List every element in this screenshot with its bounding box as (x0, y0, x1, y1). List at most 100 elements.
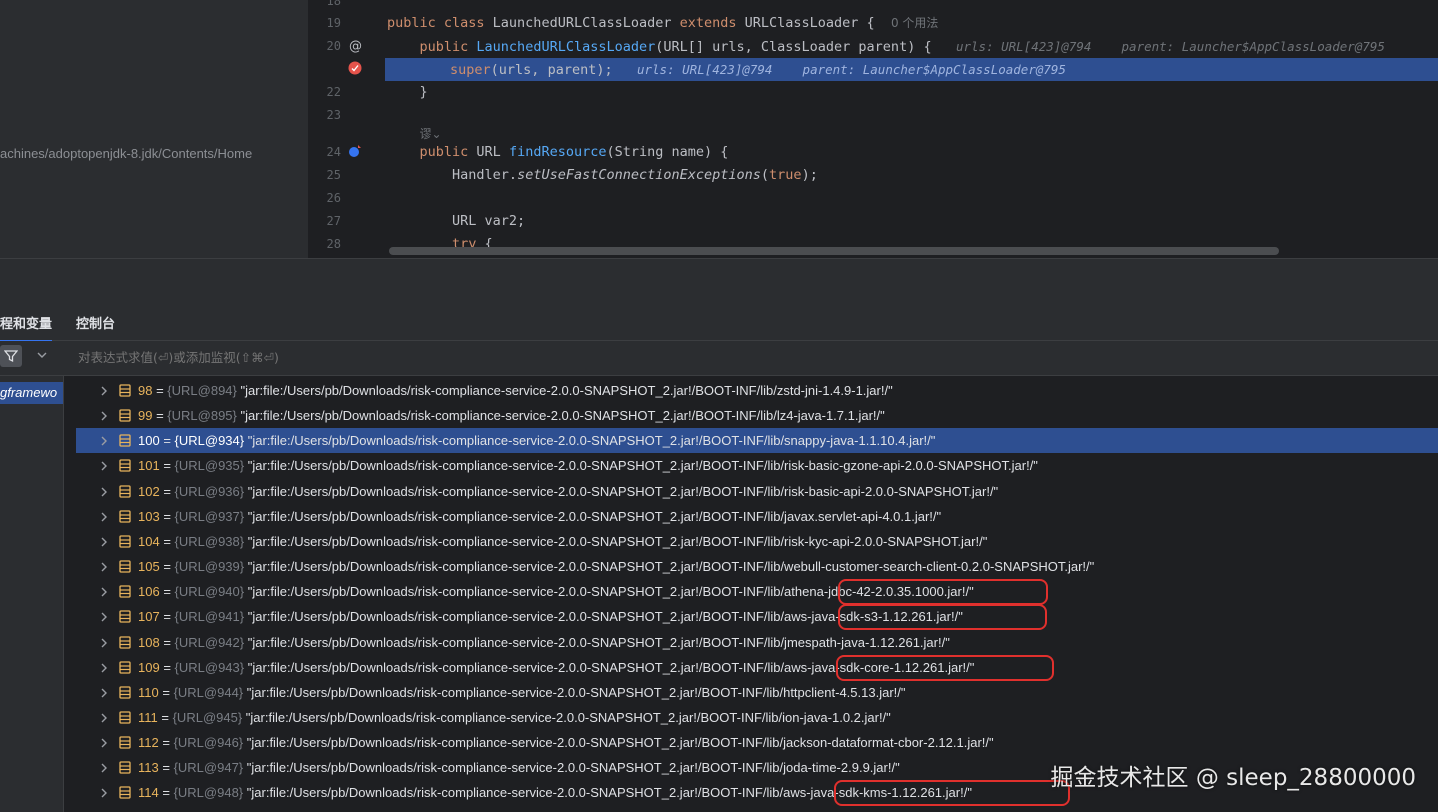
usages-hint[interactable]: 0 个用法 (891, 16, 938, 30)
code-token: ( (760, 167, 770, 183)
code-line-27: URL var2; (387, 210, 1438, 233)
chevron-right-icon[interactable] (100, 688, 108, 698)
var-index: 107 (138, 609, 160, 625)
variable-row[interactable]: 99 = {URL@895} "jar:file:/Users/pb/Downl… (76, 403, 1438, 428)
variable-row[interactable]: 105 = {URL@939} "jar:file:/Users/pb/Down… (76, 554, 1438, 579)
var-index: 101 (138, 458, 160, 474)
chevron-right-icon[interactable] (100, 713, 108, 723)
chevron-right-icon[interactable] (100, 587, 108, 597)
array-element-icon (119, 384, 131, 397)
array-element-icon (119, 786, 131, 800)
variable-row[interactable]: 107 = {URL@941} "jar:file:/Users/pb/Down… (76, 604, 1438, 629)
var-value: "jar:file:/Users/pb/Downloads/risk-compl… (247, 559, 1095, 575)
variable-row[interactable]: 104 = {URL@938} "jar:file:/Users/pb/Down… (76, 529, 1438, 554)
chevron-right-icon[interactable] (100, 411, 108, 421)
gutter-line[interactable]: 22 (309, 81, 385, 104)
author-hint[interactable]: 谬⌄ (420, 127, 442, 141)
var-index: 109 (138, 659, 160, 675)
var-index: 108 (138, 634, 160, 650)
var-index: 100 (138, 433, 160, 449)
var-value: "jar:file:/Users/pb/Downloads/risk-compl… (245, 709, 891, 725)
var-index: 103 (138, 508, 160, 524)
var-value: "jar:file:/Users/pb/Downloads/risk-compl… (247, 609, 963, 625)
var-value: "jar:file:/Users/pb/Downloads/risk-compl… (246, 785, 972, 801)
chevron-down-icon[interactable] (36, 350, 48, 360)
chevron-right-icon[interactable] (100, 436, 108, 446)
var-value: "jar:file:/Users/pb/Downloads/risk-compl… (246, 760, 900, 776)
line-number: 20 (326, 39, 341, 53)
gutter-line[interactable]: 24 (309, 141, 385, 164)
gutter-line[interactable]: 27 (309, 210, 385, 233)
gutter-line[interactable]: 26 (309, 187, 385, 210)
variable-row[interactable]: 103 = {URL@937} "jar:file:/Users/pb/Down… (76, 504, 1438, 529)
chevron-right-icon[interactable] (100, 763, 108, 773)
code-token: super (450, 62, 491, 78)
variable-row[interactable]: 108 = {URL@942} "jar:file:/Users/pb/Down… (76, 630, 1438, 655)
code-editor[interactable]: 18 19 20 @22 23 24 25 26 27 28 public class Launc… (309, 0, 1438, 258)
code-token: setUseFastConnectionExceptions (517, 167, 761, 183)
chevron-right-icon[interactable] (100, 537, 108, 547)
var-ref: {URL@943} (174, 659, 245, 675)
variable-row[interactable]: 98 = {URL@894} "jar:file:/Users/pb/Downl… (76, 378, 1438, 403)
variable-row[interactable]: 110 = {URL@944} "jar:file:/Users/pb/Down… (76, 680, 1438, 705)
array-element-icon (119, 560, 131, 573)
frames-panel: gframewo (0, 376, 64, 812)
frame-item[interactable]: gframewo (0, 382, 63, 404)
filter-button[interactable] (0, 345, 22, 367)
chevron-right-icon[interactable] (100, 788, 108, 798)
array-element-icon (119, 736, 131, 749)
line-number: 26 (326, 191, 341, 205)
variable-row[interactable]: 112 = {URL@946} "jar:file:/Users/pb/Down… (76, 730, 1438, 755)
chevron-right-icon[interactable] (100, 663, 108, 673)
gutter-line[interactable]: 28 (309, 233, 385, 256)
inline-debug-hint: urls: URL[423]@794 parent: Launcher$AppC… (955, 39, 1385, 54)
breakpoint-icon[interactable] (347, 60, 363, 76)
variable-row[interactable]: 101 = {URL@935} "jar:file:/Users/pb/Down… (76, 453, 1438, 478)
chevron-right-icon[interactable] (100, 612, 108, 622)
chevron-right-icon[interactable] (100, 461, 108, 471)
variable-row[interactable]: 102 = {URL@936} "jar:file:/Users/pb/Down… (76, 479, 1438, 504)
array-element-icon (119, 459, 131, 473)
code-line-21-current: super(urls, parent); urls: URL[423]@794 … (385, 58, 1438, 81)
tab-threads-variables[interactable]: 程和变量 (0, 313, 53, 342)
tab-console[interactable]: 控制台 (76, 313, 115, 332)
variable-row[interactable]: 100 = {URL@934} "jar:file:/Users/pb/Down… (76, 428, 1438, 454)
gutter-line[interactable]: 20 @ (309, 35, 385, 58)
var-index: 105 (138, 559, 160, 575)
sdk-path[interactable]: achines/adoptopenjdk-8.jdk/Contents/Home (0, 146, 252, 161)
code-token: Handler. (452, 167, 518, 183)
chevron-right-icon[interactable] (100, 638, 108, 648)
horizontal-scrollbar[interactable] (389, 247, 1279, 255)
gutter-line[interactable]: 19 (309, 12, 385, 35)
var-ref: {URL@935} (174, 458, 245, 474)
chevron-right-icon[interactable] (100, 386, 108, 396)
code-token: (String name) { (606, 144, 729, 160)
variable-row[interactable]: 106 = {URL@940} "jar:file:/Users/pb/Down… (76, 579, 1438, 604)
gutter-line[interactable]: 25 (309, 164, 385, 187)
array-element-icon (119, 761, 131, 774)
var-ref: {URL@942} (174, 634, 245, 650)
code-token: findResource (508, 144, 607, 160)
inline-debug-hint: urls: URL[423]@794 parent: Launcher$AppC… (636, 62, 1066, 77)
evaluate-bar (0, 341, 1438, 376)
gutter-line[interactable] (309, 58, 385, 81)
var-index: 114 (138, 785, 159, 801)
variable-row[interactable]: 109 = {URL@943} "jar:file:/Users/pb/Down… (76, 655, 1438, 680)
var-value: "jar:file:/Users/pb/Downloads/risk-compl… (240, 383, 893, 398)
chevron-right-icon[interactable] (100, 512, 108, 522)
evaluate-expression-input[interactable] (76, 349, 680, 366)
array-element-icon (119, 585, 131, 598)
variables-tree: 98 = {URL@894} "jar:file:/Users/pb/Downl… (64, 378, 1438, 812)
var-ref: {URL@938} (174, 533, 245, 549)
chevron-right-icon[interactable] (100, 562, 108, 572)
code-line-25: Handler.setUseFastConnectionExceptions(t… (387, 164, 1438, 187)
line-number: 27 (326, 214, 341, 228)
var-ref: {URL@947} (173, 760, 244, 776)
chevron-right-icon[interactable] (100, 738, 108, 748)
editor-gutter: 18 19 20 @22 23 24 25 26 27 28 (309, 0, 385, 258)
override-icon[interactable]: @ (347, 37, 363, 53)
line-number: 22 (326, 85, 341, 99)
implement-icon[interactable] (347, 143, 363, 159)
variable-row[interactable]: 111 = {URL@945} "jar:file:/Users/pb/Down… (76, 705, 1438, 730)
chevron-right-icon[interactable] (100, 487, 108, 497)
